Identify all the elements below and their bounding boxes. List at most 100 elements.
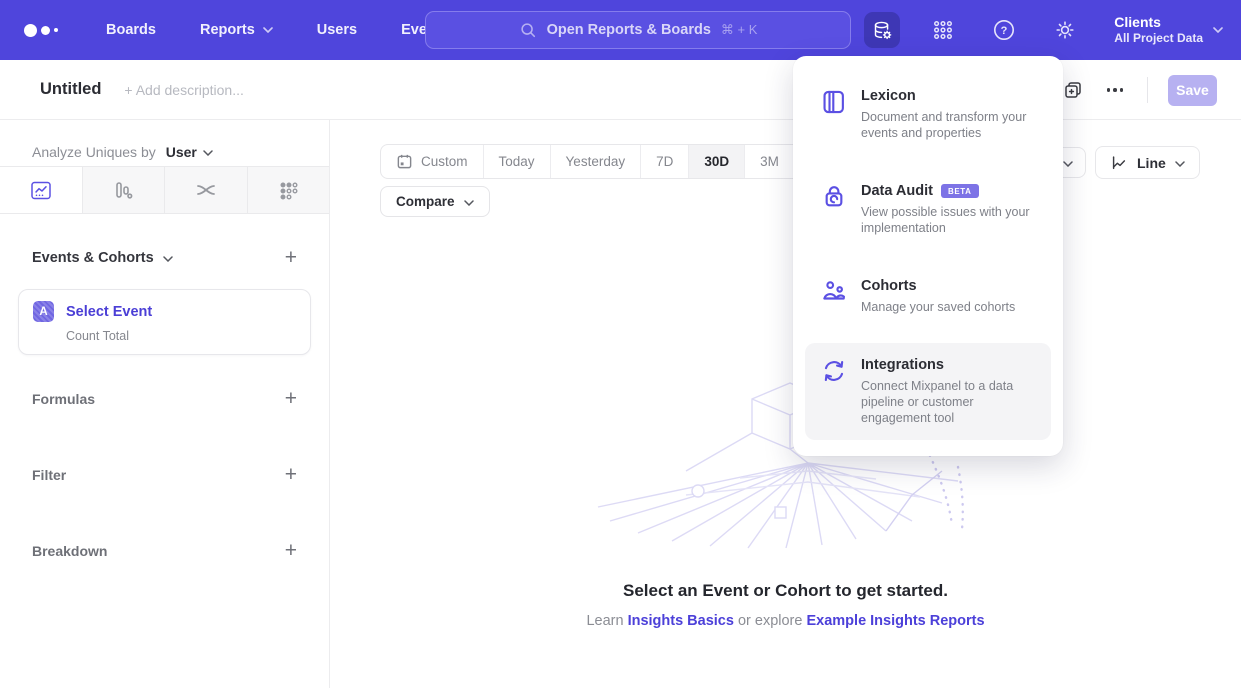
- menu-item-description: Document and transform your events and p…: [861, 109, 1035, 141]
- analyze-by-value: User: [166, 144, 197, 160]
- report-canvas: Custom Today Yesterday 7D 30D 3M 6M Line: [330, 120, 1241, 688]
- example-insights-reports-link[interactable]: Example Insights Reports: [806, 613, 984, 629]
- insights-basics-link[interactable]: Insights Basics: [628, 613, 734, 629]
- events-cohorts-section-header: Events & Cohorts +: [32, 247, 297, 268]
- event-card[interactable]: A Select Event Count Total: [18, 289, 311, 355]
- add-filter-button[interactable]: +: [285, 464, 297, 485]
- date-range-label: Today: [499, 154, 535, 169]
- save-button[interactable]: Save: [1168, 75, 1217, 106]
- report-title[interactable]: Untitled: [40, 80, 101, 99]
- lexicon-icon: [821, 89, 847, 115]
- calendar-icon: [396, 153, 413, 170]
- date-range-label: 30D: [704, 154, 729, 169]
- viz-tab-flows[interactable]: [165, 167, 248, 213]
- filter-label: Filter: [32, 467, 66, 483]
- chart-type-label: Line: [1137, 155, 1166, 171]
- date-range-label: 7D: [656, 154, 673, 169]
- cohorts-icon: [821, 279, 847, 305]
- compare-button[interactable]: Compare: [380, 186, 490, 217]
- viz-tab-retention[interactable]: [248, 167, 330, 213]
- database-gear-icon: [871, 19, 894, 42]
- integrations-icon: [821, 358, 847, 384]
- top-nav: Boards Reports Users Events Open Reports…: [0, 0, 1241, 60]
- svg-text:?: ?: [1001, 25, 1008, 37]
- gear-icon: [1053, 18, 1077, 42]
- date-range-label: Custom: [421, 154, 468, 169]
- nav-label: Users: [317, 22, 357, 38]
- apps-grid-button[interactable]: [925, 12, 961, 48]
- visualization-tabs: [0, 166, 329, 214]
- menu-item-description: Manage your saved cohorts: [861, 299, 1015, 315]
- chevron-down-icon[interactable]: [163, 256, 173, 262]
- date-range-label: Yesterday: [566, 154, 626, 169]
- menu-item-cohorts[interactable]: Cohorts Manage your saved cohorts: [805, 264, 1051, 329]
- project-selector[interactable]: Clients All Project Data: [1114, 14, 1223, 47]
- chevron-down-icon: [263, 27, 273, 33]
- subtitle-text: Learn: [586, 613, 623, 629]
- add-formula-button[interactable]: +: [285, 388, 297, 409]
- chevron-down-icon: [1175, 161, 1185, 167]
- description-placeholder[interactable]: + Add description...: [124, 82, 243, 98]
- nav-item-reports[interactable]: Reports: [200, 22, 273, 38]
- beta-badge: BETA: [941, 184, 979, 198]
- date-range-control: Custom Today Yesterday 7D 30D 3M 6M: [380, 144, 845, 179]
- menu-item-integrations[interactable]: Integrations Connect Mixpanel to a data …: [805, 343, 1051, 440]
- select-event-button[interactable]: Select Event: [66, 304, 152, 320]
- search-icon: [519, 21, 537, 39]
- event-series-badge: A: [33, 301, 54, 322]
- menu-item-description: Connect Mixpanel to a data pipeline or c…: [861, 378, 1035, 426]
- formulas-label: Formulas: [32, 391, 95, 407]
- project-name: Clients: [1114, 14, 1203, 32]
- viz-tab-insights[interactable]: [0, 167, 83, 213]
- line-chart-icon: [1110, 154, 1128, 172]
- add-event-button[interactable]: +: [285, 247, 297, 268]
- flows-tab-icon: [195, 180, 217, 200]
- date-range-today[interactable]: Today: [484, 145, 551, 178]
- divider: [1147, 77, 1148, 103]
- compare-label: Compare: [396, 194, 455, 209]
- nav-item-boards[interactable]: Boards: [106, 22, 156, 38]
- chevron-down-icon: [464, 200, 474, 206]
- events-cohorts-title[interactable]: Events & Cohorts: [32, 250, 154, 266]
- filter-section: Filter +: [32, 464, 297, 485]
- date-range-3m[interactable]: 3M: [745, 145, 795, 178]
- duplicate-icon[interactable]: [1063, 80, 1083, 100]
- date-range-custom[interactable]: Custom: [381, 145, 484, 178]
- nav-label: Reports: [200, 22, 255, 38]
- menu-item-lexicon[interactable]: Lexicon Document and transform your even…: [805, 74, 1051, 155]
- chevron-down-icon: [1213, 27, 1223, 33]
- add-breakdown-button[interactable]: +: [285, 540, 297, 561]
- breakdown-section: Breakdown +: [32, 540, 297, 561]
- grid-dots-icon: [932, 19, 954, 41]
- data-management-menu: Lexicon Document and transform your even…: [793, 56, 1063, 456]
- mixpanel-logo-icon[interactable]: [24, 24, 70, 37]
- more-options-button[interactable]: [1103, 84, 1128, 96]
- search-placeholder: Open Reports & Boards: [547, 22, 711, 38]
- menu-item-data-audit[interactable]: Data Audit BETA View possible issues wit…: [805, 169, 1051, 250]
- global-search-input[interactable]: Open Reports & Boards ⌘ + K: [425, 11, 851, 49]
- help-button[interactable]: ?: [986, 12, 1022, 48]
- menu-item-title: Lexicon: [861, 88, 1035, 104]
- settings-button[interactable]: [1047, 12, 1083, 48]
- nav-item-users[interactable]: Users: [317, 22, 357, 38]
- chevron-down-icon: [1063, 161, 1073, 167]
- menu-item-title: Integrations: [861, 357, 1035, 373]
- chart-type-dropdown[interactable]: Line: [1095, 146, 1200, 179]
- empty-state-title: Select an Event or Cohort to get started…: [330, 581, 1241, 601]
- menu-item-title: Cohorts: [861, 278, 1015, 294]
- date-range-7d[interactable]: 7D: [641, 145, 689, 178]
- mixpanel-insights-app: Boards Reports Users Events Open Reports…: [0, 0, 1241, 688]
- viz-tab-bar[interactable]: [83, 167, 166, 213]
- nav-label: Boards: [106, 22, 156, 38]
- date-range-yesterday[interactable]: Yesterday: [551, 145, 642, 178]
- chevron-down-icon: [203, 150, 213, 156]
- search-shortcut: ⌘ + K: [721, 22, 758, 38]
- help-icon: ?: [992, 18, 1016, 42]
- analyze-by-control[interactable]: Analyze Uniques by User: [0, 120, 329, 166]
- data-management-button[interactable]: [864, 12, 900, 48]
- bar-chart-tab-icon: [113, 180, 134, 201]
- date-range-30d[interactable]: 30D: [689, 145, 745, 178]
- count-type-control[interactable]: Count Total: [66, 329, 296, 343]
- retention-tab-icon: [278, 180, 299, 201]
- menu-item-description: View possible issues with your implement…: [861, 204, 1035, 236]
